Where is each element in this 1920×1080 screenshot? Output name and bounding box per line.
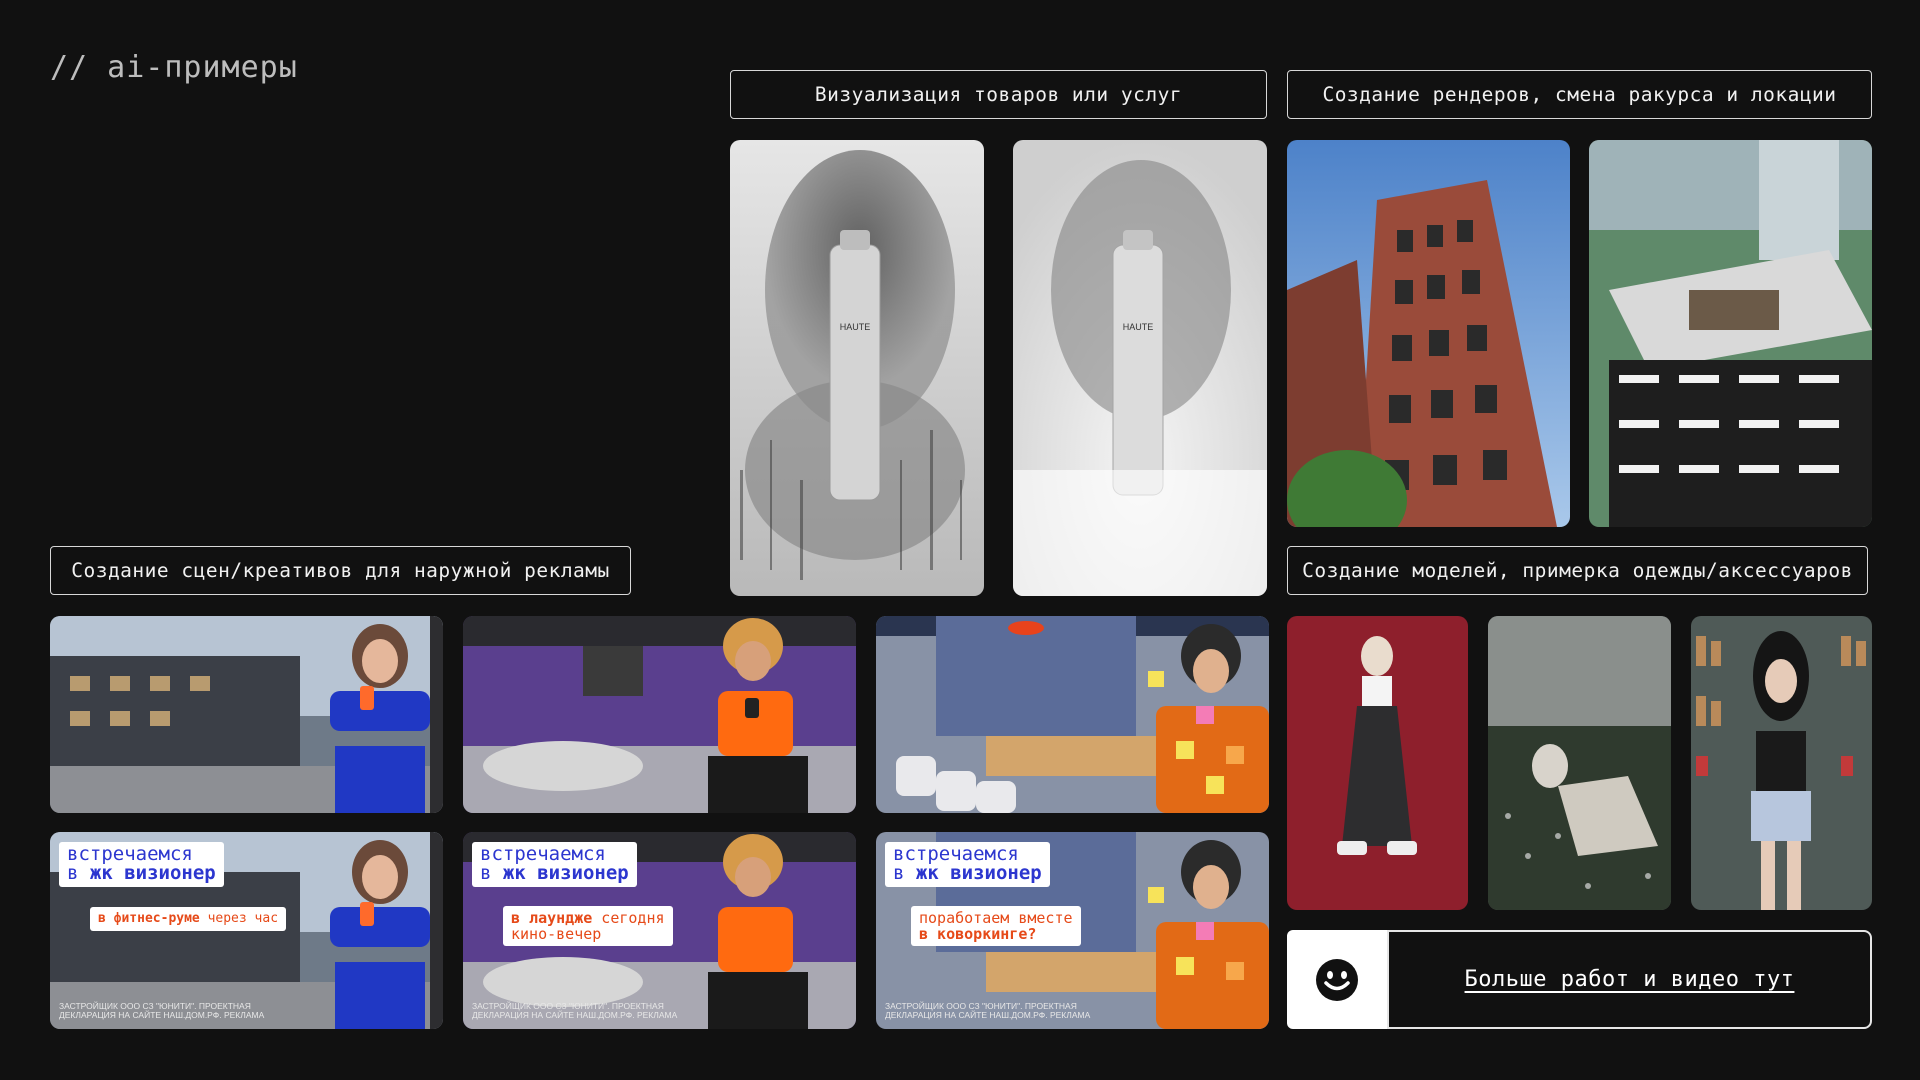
more-works-link[interactable]: Больше работ и видео тут — [1465, 967, 1795, 992]
page-title: // ai-примеры — [50, 50, 298, 85]
model-image-red-studio — [1287, 616, 1468, 910]
section-label-models: Создание моделей, примерка одежды/аксесс… — [1287, 546, 1868, 595]
model-image-store — [1691, 616, 1872, 910]
ad-legal-text: ЗАСТРОЙЩИК ООО СЗ "ЮНИТИ". ПРОЕКТНАЯ ДЕК… — [885, 1001, 1091, 1020]
smiley-badge[interactable] — [1287, 930, 1387, 1029]
ad-scene-lounge — [463, 616, 856, 813]
section-label-renders: Создание рендеров, смена ракурса и локац… — [1287, 70, 1872, 119]
render-image-building — [1287, 140, 1570, 527]
ad-creative-coworking: встречаемся в жк визионер поработаем вме… — [876, 832, 1269, 1029]
ad-subline: в лаундже сегодня кино-вечер — [503, 906, 673, 946]
render-image-rooftop — [1589, 140, 1872, 527]
ad-headline: встречаемся в жк визионер — [472, 842, 637, 887]
ad-legal-text: ЗАСТРОЙЩИК ООО СЗ "ЮНИТИ". ПРОЕКТНАЯ ДЕК… — [59, 1001, 265, 1020]
ad-subline: в фитнес-руме через час — [90, 907, 287, 931]
ad-headline: встречаемся в жк визионер — [885, 842, 1050, 887]
section-label-outdoor: Создание сцен/креативов для наружной рек… — [50, 546, 631, 595]
ad-creative-lounge: встречаемся в жк визионер в лаундже сего… — [463, 832, 856, 1029]
ad-scene-coworking — [876, 616, 1269, 813]
ad-creative-fitness: встречаемся в жк визионер в фитнес-руме … — [50, 832, 443, 1029]
model-image-flowers — [1488, 616, 1671, 910]
bottle-brand: HAUTE — [840, 322, 871, 332]
ad-headline: встречаемся в жк визионер — [59, 842, 224, 887]
more-works-box[interactable]: Больше работ и видео тут — [1387, 930, 1872, 1029]
product-image-fog: HAUTE — [1013, 140, 1267, 596]
section-label-visualization: Визуализация товаров или услуг — [730, 70, 1267, 119]
smiley-icon — [1316, 958, 1358, 1001]
ad-legal-text: ЗАСТРОЙЩИК ООО СЗ "ЮНИТИ". ПРОЕКТНАЯ ДЕК… — [472, 1001, 678, 1020]
ad-subline: поработаем вместе в коворкинге? — [911, 906, 1081, 946]
bottle-brand: HAUTE — [1123, 322, 1154, 332]
product-image-wet-glass: HAUTE — [730, 140, 984, 596]
ad-scene-fitness — [50, 616, 443, 813]
